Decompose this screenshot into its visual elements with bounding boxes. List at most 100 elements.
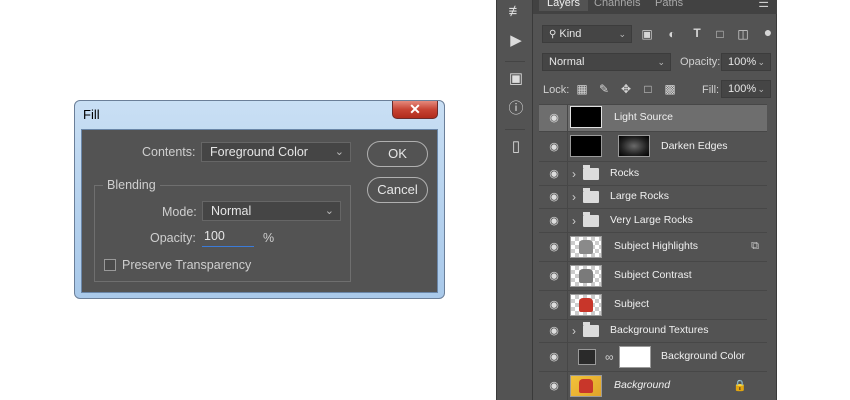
visibility-eye-icon[interactable]: ◉: [547, 140, 561, 153]
layer-name: Subject: [614, 298, 650, 310]
layer-row-light-source[interactable]: ◉ Light Source: [539, 104, 767, 131]
visibility-eye-icon[interactable]: ◉: [547, 240, 561, 253]
dock-divider: [505, 61, 525, 62]
chevron-down-icon: ⌄: [618, 29, 626, 39]
pixel-filter-icon[interactable]: ▣: [640, 27, 654, 41]
layer-opacity-field[interactable]: 100% ⌄: [721, 53, 771, 71]
layer-thumbnail: [570, 294, 602, 316]
layer-row-subject-contrast[interactable]: ◉ Subject Contrast: [539, 261, 767, 290]
layer-thumbnail: [570, 375, 602, 397]
blend-mode-select[interactable]: Normal ⌄: [542, 53, 671, 71]
layer-row-rocks[interactable]: ◉ › Rocks: [539, 161, 767, 185]
visibility-eye-icon[interactable]: ◉: [547, 214, 561, 227]
visibility-eye-icon[interactable]: ◉: [547, 190, 561, 203]
layer-row-darken-edges[interactable]: ◉ Darken Edges: [539, 131, 767, 161]
opacity-label: Opacity:: [150, 231, 196, 245]
chevron-down-icon: ⌄: [757, 84, 765, 94]
opacity-label: Opacity:: [680, 56, 721, 68]
adjustment-filter-icon[interactable]: ◐: [665, 27, 679, 41]
chevron-right-icon[interactable]: ›: [572, 214, 576, 228]
folder-icon: [583, 164, 599, 180]
history-icon[interactable]: ≢: [507, 3, 525, 21]
divider: [567, 372, 568, 400]
chevron-down-icon: ⌄: [657, 57, 665, 67]
divider: [567, 162, 568, 185]
layer-mask-thumbnail[interactable]: [619, 346, 651, 368]
visibility-eye-icon[interactable]: ◉: [547, 111, 561, 124]
divider: [567, 233, 568, 261]
chevron-down-icon: ⌄: [757, 57, 765, 67]
filter-toggle-icon[interactable]: ●: [761, 24, 775, 40]
close-button[interactable]: ✕: [392, 101, 438, 119]
lock-all-icon[interactable]: ▩: [663, 82, 677, 96]
tab-layers[interactable]: Layers: [539, 0, 589, 11]
fill-label: Fill:: [702, 84, 720, 96]
layer-fill-value: 100%: [728, 83, 757, 95]
divider: [567, 132, 568, 161]
visibility-eye-icon[interactable]: ◉: [547, 379, 561, 392]
tab-channels[interactable]: Channels: [594, 0, 640, 9]
shape-filter-icon[interactable]: □: [713, 27, 727, 41]
visibility-eye-icon[interactable]: ◉: [547, 350, 561, 363]
layer-name: Background: [614, 379, 671, 391]
cancel-button[interactable]: Cancel: [367, 177, 428, 203]
tab-paths[interactable]: Paths: [655, 0, 683, 9]
folder-icon: [583, 322, 599, 337]
contents-select-value: Foreground Color: [210, 145, 308, 159]
panel-tabbar: Layers Channels Paths ☰: [533, 0, 777, 14]
divider: [567, 343, 568, 371]
contents-label: Contents:: [142, 145, 196, 159]
opacity-input[interactable]: 100: [202, 229, 254, 247]
layer-opacity-value: 100%: [728, 56, 757, 68]
preserve-transparency-checkbox[interactable]: [104, 259, 116, 271]
type-filter-icon[interactable]: T: [690, 26, 704, 40]
layer-name: Light Source: [614, 111, 673, 123]
visibility-eye-icon[interactable]: ◉: [547, 167, 561, 180]
layer-thumbnail: [570, 265, 602, 287]
layer-thumbnail: [570, 106, 602, 128]
layer-row-background-textures[interactable]: ◉ › Background Textures: [539, 319, 767, 342]
blending-group: Blending Mode: Normal ⌄ Opacity: 100 % P…: [94, 178, 351, 282]
layer-mask-thumbnail[interactable]: [618, 134, 650, 157]
panel-dock-strip: ≢ ▶ ▣ ⓘ ▯: [496, 0, 533, 400]
layer-name: Very Large Rocks: [610, 213, 693, 226]
lock-image-pixels-icon[interactable]: ✎: [597, 82, 611, 96]
info-icon[interactable]: ⓘ: [507, 100, 525, 118]
layer-row-background[interactable]: ◉ Background 🔒: [539, 371, 767, 400]
layer-row-very-large-rocks[interactable]: ◉ › Very Large Rocks: [539, 208, 767, 232]
layer-name: Subject Contrast: [614, 269, 692, 281]
layer-fill-field[interactable]: 100% ⌄: [721, 80, 771, 98]
chevron-right-icon[interactable]: ›: [572, 167, 576, 181]
clone-source-icon[interactable]: ▯: [507, 138, 525, 156]
ok-button[interactable]: OK: [367, 141, 428, 167]
3d-cube-icon[interactable]: ▣: [507, 70, 525, 88]
chevron-right-icon[interactable]: ›: [572, 324, 576, 338]
folder-icon: [583, 188, 599, 203]
fill-dialog: Fill ✕ Contents: Foreground Color ⌄ OK C…: [74, 100, 445, 299]
layer-name: Rocks: [610, 166, 640, 179]
lock-position-icon[interactable]: ✥: [619, 82, 633, 96]
fill-layer-thumbnail: [578, 349, 596, 365]
visibility-eye-icon[interactable]: ◉: [547, 269, 561, 282]
layer-row-subject-highlights[interactable]: ◉ Subject Highlights ⧉: [539, 232, 767, 261]
panel-menu-icon[interactable]: ☰: [758, 0, 769, 10]
layer-row-large-rocks[interactable]: ◉ › Large Rocks: [539, 185, 767, 208]
contents-select[interactable]: Foreground Color ⌄: [201, 142, 351, 162]
chevron-down-icon: ⌄: [334, 146, 344, 158]
visibility-eye-icon[interactable]: ◉: [547, 298, 561, 311]
divider: [567, 291, 568, 319]
play-actions-icon[interactable]: ▶: [507, 32, 525, 50]
link-chain-icon[interactable]: ∞: [605, 350, 614, 364]
layer-row-background-color[interactable]: ◉ ∞ Background Color: [539, 342, 767, 371]
lock-transparent-pixels-icon[interactable]: ▦: [575, 82, 589, 96]
dialog-body: Contents: Foreground Color ⌄ OK Cancel B…: [81, 129, 438, 293]
chevron-right-icon[interactable]: ›: [572, 190, 576, 204]
layer-name: Large Rocks: [610, 190, 669, 202]
blend-mode-value: Normal: [549, 56, 585, 68]
mode-select[interactable]: Normal ⌄: [202, 201, 341, 221]
lock-artboard-icon[interactable]: □: [641, 82, 655, 96]
kind-filter-select[interactable]: ⚲ Kind ⌄: [542, 25, 632, 43]
smart-object-filter-icon[interactable]: ◫: [736, 27, 750, 41]
visibility-eye-icon[interactable]: ◉: [547, 324, 561, 337]
layer-row-subject[interactable]: ◉ Subject: [539, 290, 767, 319]
